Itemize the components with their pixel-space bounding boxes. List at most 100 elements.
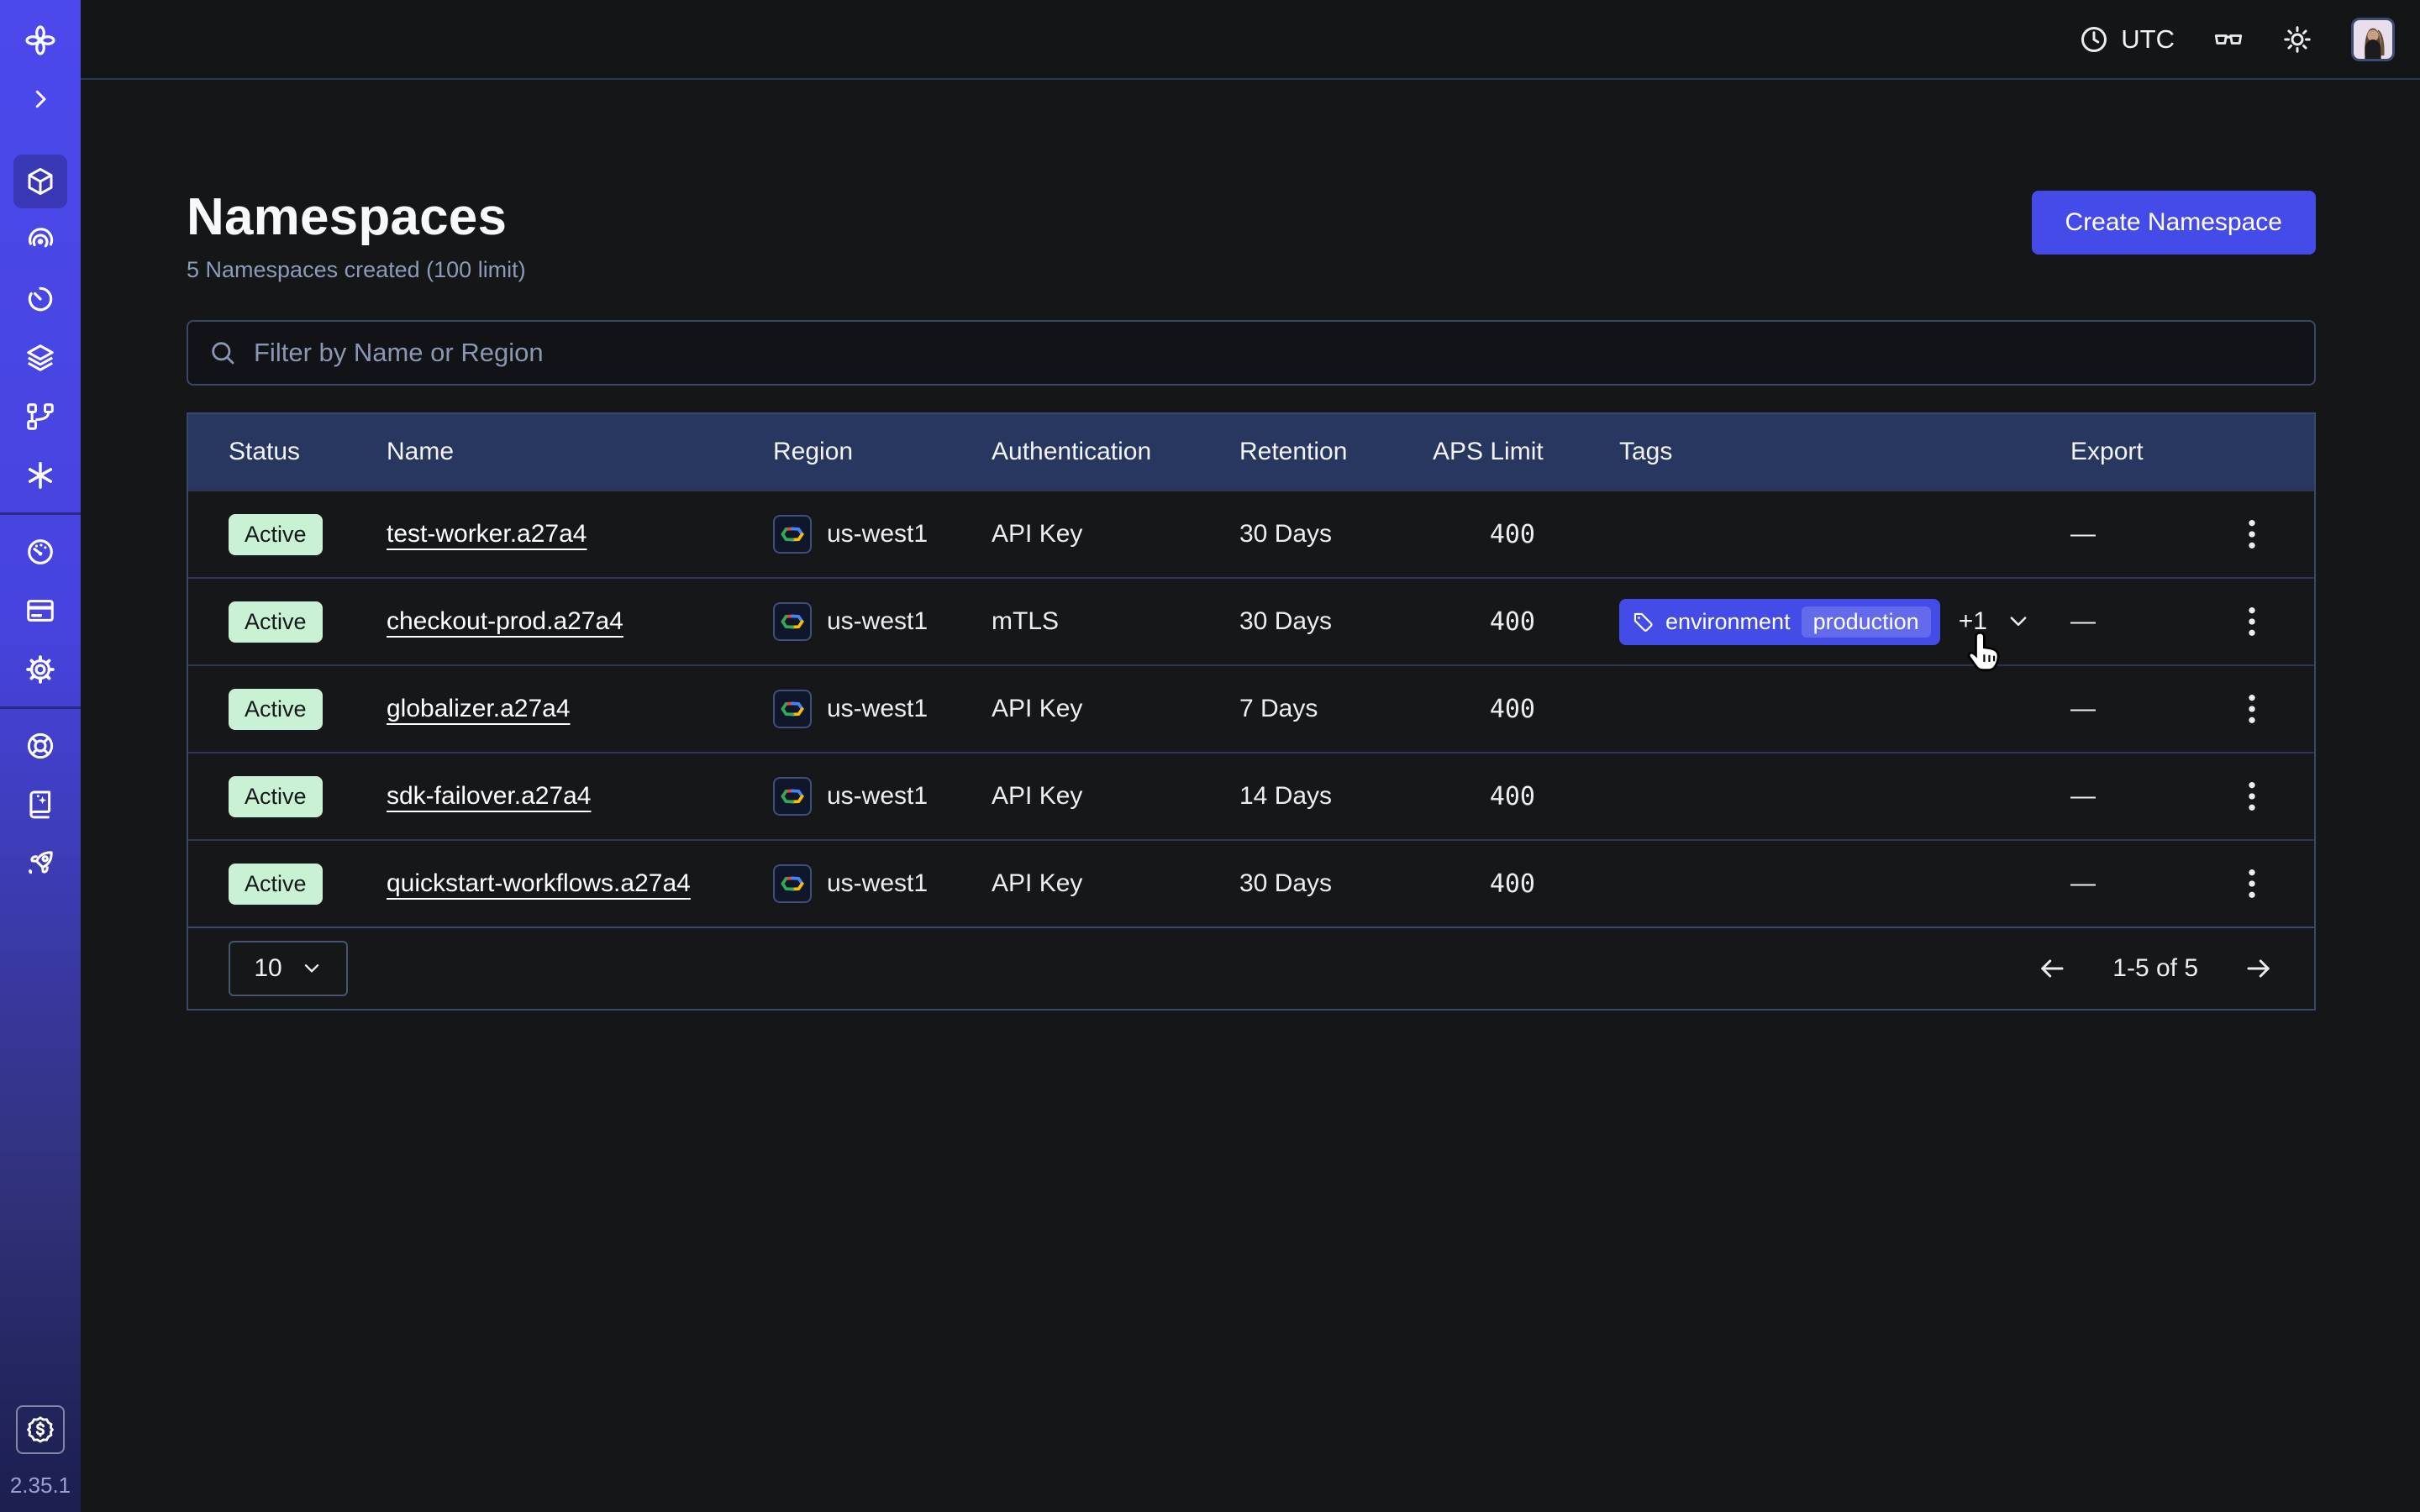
asterisk-icon[interactable] [13,449,67,502]
column-header-authentication: Authentication [992,438,1239,466]
column-header-region: Region [773,438,992,466]
clock-icon [2079,24,2109,55]
glasses-icon[interactable] [2213,24,2244,55]
region-label: us-west1 [827,607,928,636]
page-size-select[interactable]: 10 [229,941,348,996]
column-header-name: Name [387,438,773,466]
prev-page-arrow-icon[interactable] [2037,953,2067,984]
table-row: Active checkout-prod.a27a4 us-west1 mTLS… [188,577,2314,664]
search-icon [208,339,237,367]
sidebar-bottom: 2.35.1 [10,1405,71,1512]
badge-dollar-icon[interactable] [16,1405,65,1454]
namespaces-table: Status Name Region Authentication Retent… [187,412,2316,1011]
gcp-icon [773,864,812,903]
credit-card-icon[interactable] [13,584,67,638]
column-header-tags: Tags [1619,438,2070,466]
namespace-link[interactable]: test-worker.a27a4 [387,520,587,548]
retention-cell: 30 Days [1239,607,1433,636]
region-label: us-west1 [827,782,928,811]
tag-more-count[interactable]: +1 [1959,607,1987,636]
gear-icon[interactable] [13,643,67,696]
column-header-status: Status [229,438,387,466]
namespace-link[interactable]: checkout-prod.a27a4 [387,607,623,635]
namespace-link[interactable]: globalizer.a27a4 [387,695,571,722]
table-row: Active sdk-failover.a27a4 us-west1 API K… [188,752,2314,839]
export-cell: — [2070,695,2230,723]
auth-cell: API Key [992,520,1239,549]
sun-icon[interactable] [2282,24,2312,55]
status-badge: Active [229,776,323,817]
page-title: Namespaces [187,187,526,247]
main-content: Namespaces 5 Namespaces created (100 lim… [81,80,2420,1011]
row-menu-kebab-icon[interactable] [2246,605,2258,638]
tags-cell: environment production +1 [1619,599,2070,645]
page-subtitle: 5 Namespaces created (100 limit) [187,257,526,283]
lifebuoy-icon[interactable] [13,719,67,773]
aps-cell: 400 [1433,869,1619,899]
chevron-down-icon[interactable] [2006,609,2031,634]
region-label: us-west1 [827,869,928,898]
branch-icon[interactable] [13,390,67,444]
layers-icon[interactable] [13,331,67,385]
region-label: us-west1 [827,520,928,549]
row-menu-kebab-icon[interactable] [2246,692,2258,726]
gcp-icon [773,690,812,728]
export-cell: — [2070,520,2230,549]
sidebar-divider [0,512,81,515]
auth-cell: mTLS [992,607,1239,636]
gcp-icon [773,515,812,554]
filter-input[interactable] [254,338,2294,368]
timezone-label: UTC [2121,24,2175,55]
sidebar-divider [0,706,81,709]
avatar[interactable] [2351,18,2395,61]
sidebar: 2.35.1 [0,0,81,1512]
gcp-icon [773,602,812,641]
page-header: Namespaces 5 Namespaces created (100 lim… [187,187,526,283]
status-badge: Active [229,689,323,730]
table-row: Active globalizer.a27a4 us-west1 API Key… [188,664,2314,752]
timezone-selector[interactable]: UTC [2079,24,2175,55]
tag-icon [1632,611,1655,633]
chevron-right-icon[interactable] [13,72,67,126]
aps-cell: 400 [1433,782,1619,811]
row-menu-kebab-icon[interactable] [2246,867,2258,900]
region-label: us-west1 [827,695,928,723]
row-menu-kebab-icon[interactable] [2246,517,2258,551]
auth-cell: API Key [992,782,1239,811]
export-cell: — [2070,607,2230,636]
auth-cell: API Key [992,869,1239,898]
status-badge: Active [229,864,323,905]
create-namespace-button[interactable]: Create Namespace [2032,191,2316,255]
retention-cell: 14 Days [1239,782,1433,811]
aps-cell: 400 [1433,695,1619,724]
topbar: UTC [81,0,2420,80]
table-header: Status Name Region Authentication Retent… [188,414,2314,490]
book-sparkle-icon[interactable] [13,778,67,832]
export-cell: — [2070,782,2230,811]
namespace-link[interactable]: quickstart-workflows.a27a4 [387,869,691,897]
chevron-down-icon [301,958,323,979]
retention-cell: 7 Days [1239,695,1433,723]
pagination-range: 1-5 of 5 [2112,954,2198,983]
spiral-icon[interactable] [13,213,67,267]
filter-bar[interactable] [187,320,2316,386]
export-cell: — [2070,869,2230,898]
row-menu-kebab-icon[interactable] [2246,780,2258,813]
status-badge: Active [229,601,323,643]
next-page-arrow-icon[interactable] [2244,953,2274,984]
rocket-icon[interactable] [13,837,67,890]
table-row: Active quickstart-workflows.a27a4 us-wes… [188,839,2314,927]
tag-pill[interactable]: environment production [1619,599,1940,645]
gauge-icon[interactable] [13,525,67,579]
tag-key: environment [1665,609,1791,635]
status-badge: Active [229,514,323,555]
temporal-logo-icon[interactable] [13,13,67,67]
pagination: 1-5 of 5 [2037,953,2274,984]
timer-icon[interactable] [13,272,67,326]
retention-cell: 30 Days [1239,520,1433,549]
cube-icon[interactable] [13,155,67,208]
column-header-retention: Retention [1239,438,1433,466]
auth-cell: API Key [992,695,1239,723]
table-footer: 10 1-5 of 5 [188,927,2314,1009]
namespace-link[interactable]: sdk-failover.a27a4 [387,782,592,810]
